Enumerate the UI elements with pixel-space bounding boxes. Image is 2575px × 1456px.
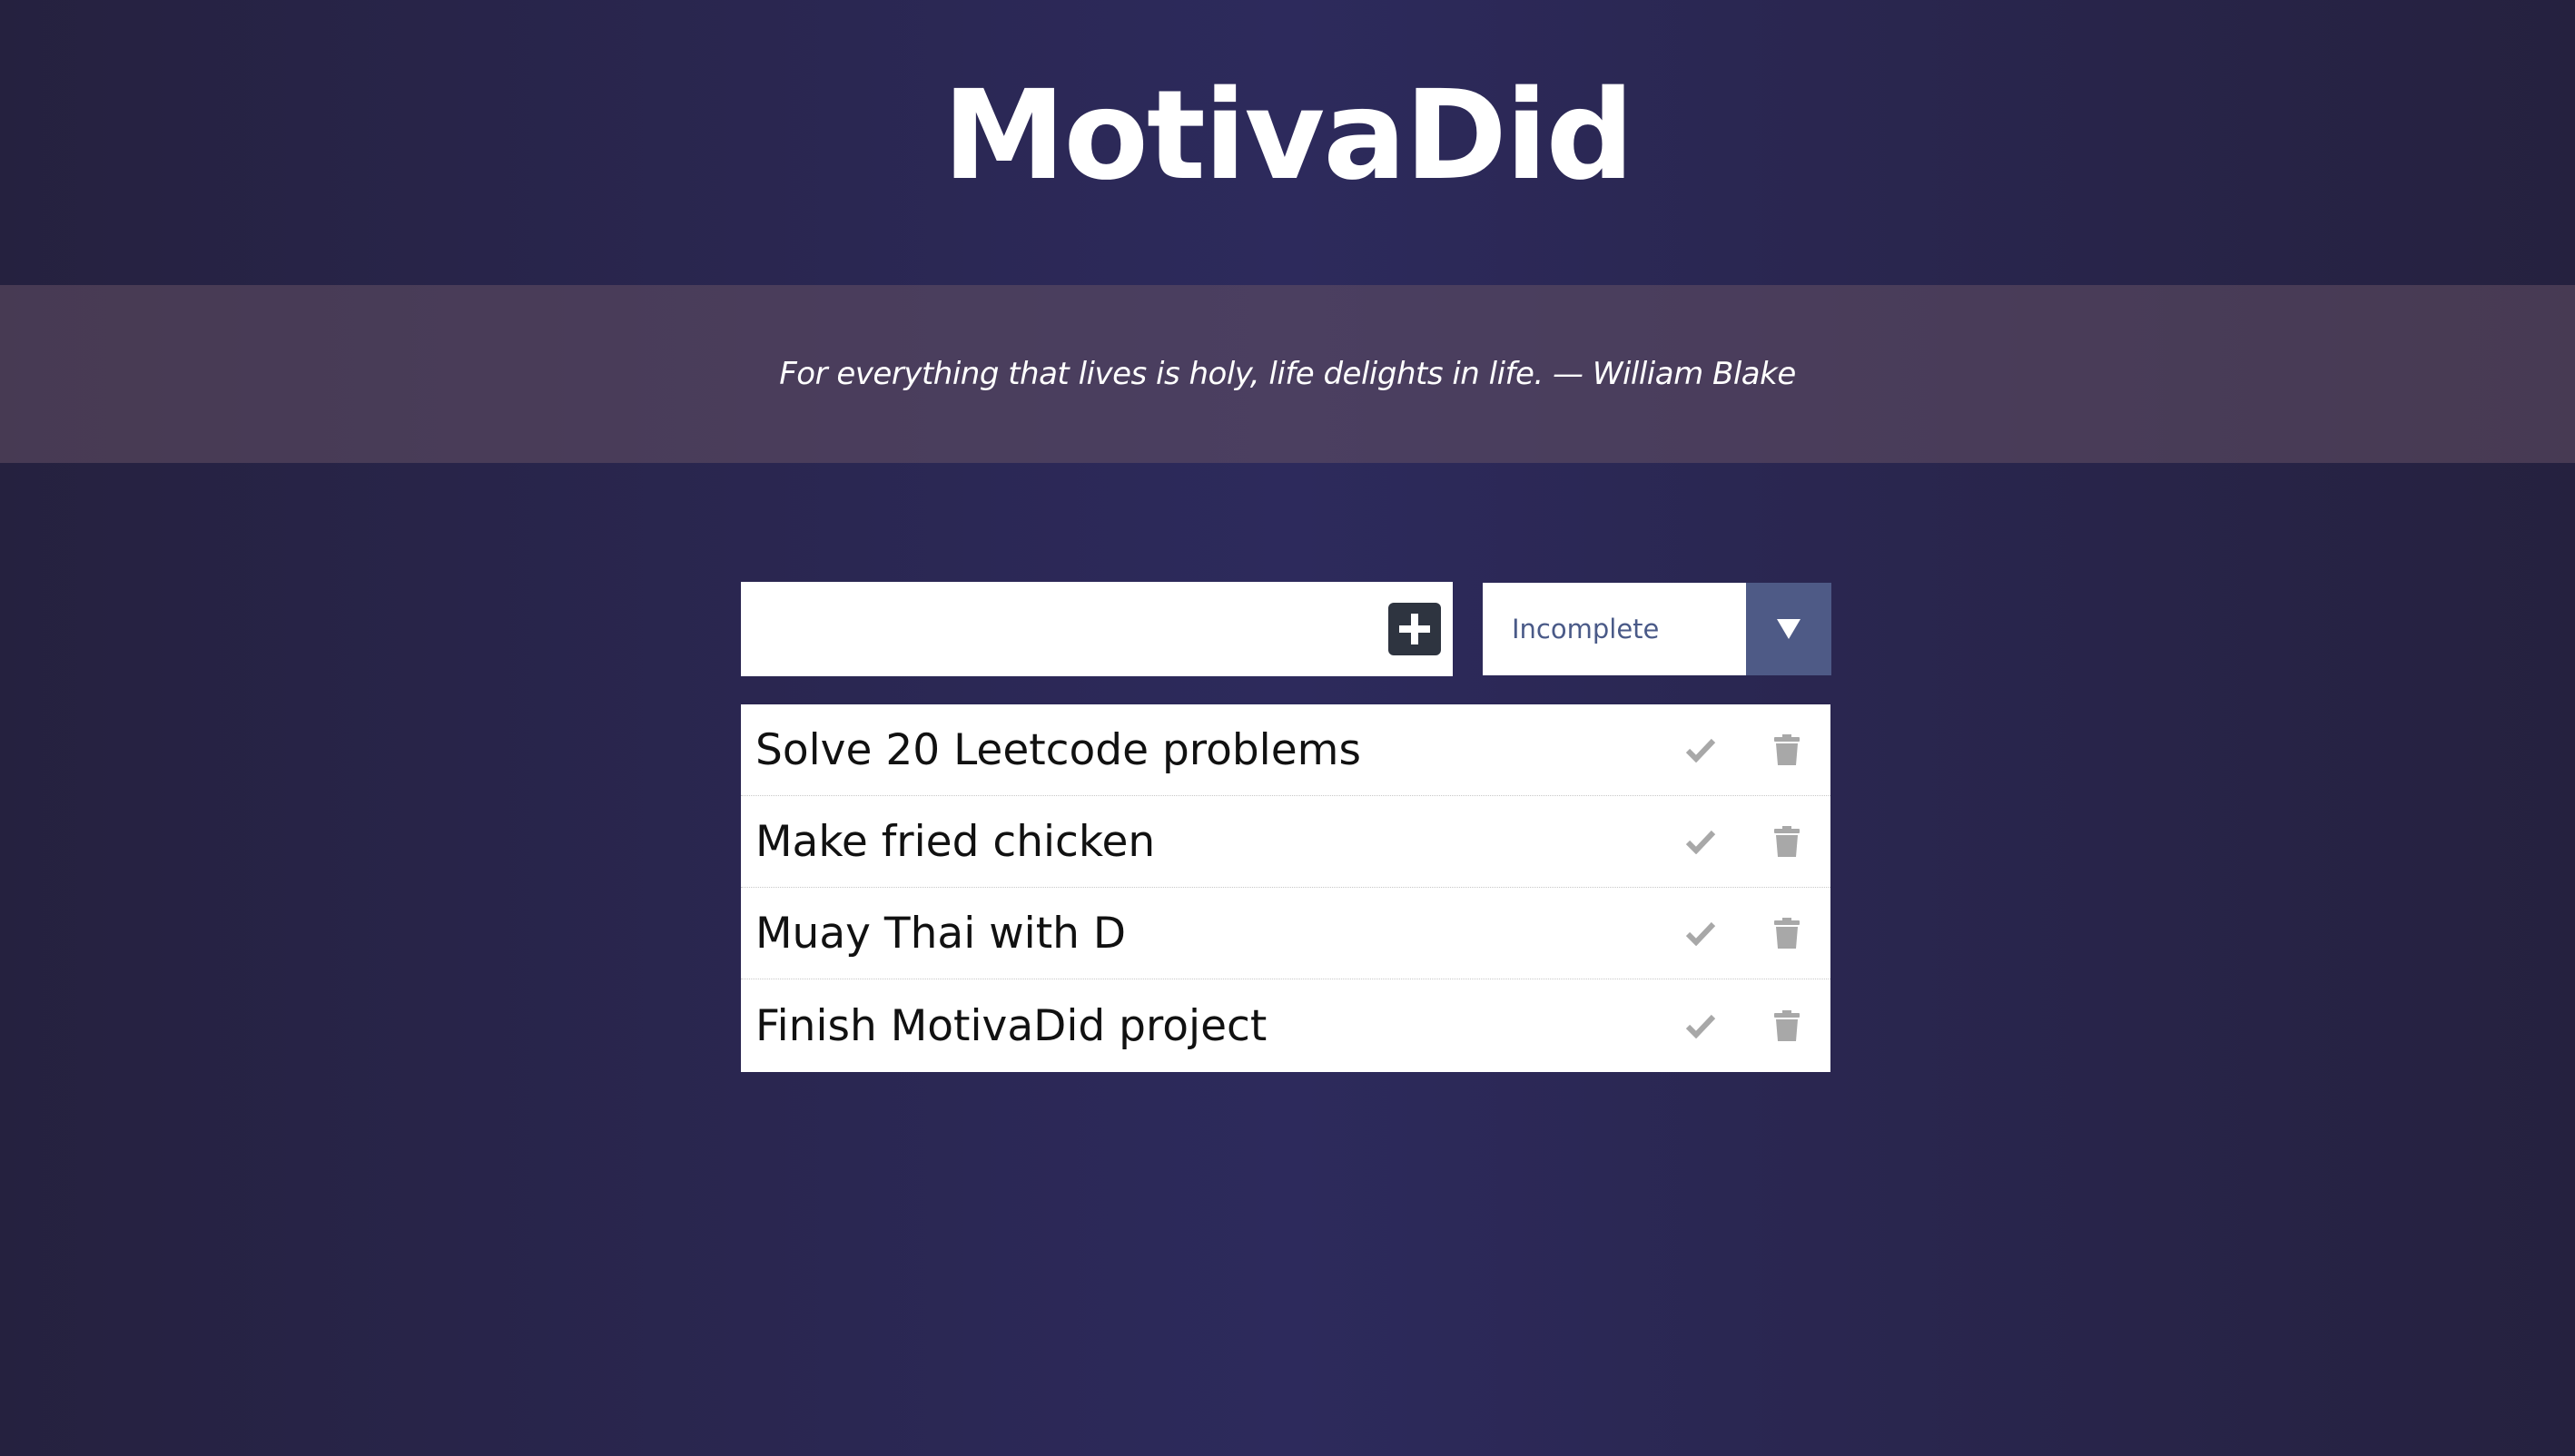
check-icon bbox=[1685, 1014, 1716, 1038]
delete-button[interactable] bbox=[1774, 826, 1800, 857]
todo-text: Solve 20 Leetcode problems bbox=[755, 724, 1361, 775]
filter-selected-value: Incomplete bbox=[1512, 614, 1660, 644]
delete-button[interactable] bbox=[1774, 1010, 1800, 1041]
todo-text: Make fried chicken bbox=[755, 816, 1156, 867]
trash-icon bbox=[1774, 1010, 1800, 1041]
check-icon bbox=[1685, 738, 1716, 762]
trash-icon bbox=[1774, 734, 1800, 765]
todo-text: Finish MotivaDid project bbox=[755, 1000, 1268, 1051]
quote-text: For everything that lives is holy, life … bbox=[779, 356, 1796, 392]
app-title: MotivaDid bbox=[942, 64, 1634, 208]
todo-form bbox=[741, 582, 1453, 676]
plus-icon bbox=[1399, 614, 1430, 644]
todo-item: Solve 20 Leetcode problems bbox=[741, 704, 1830, 796]
check-icon bbox=[1685, 921, 1716, 946]
triangle-down-icon bbox=[1777, 619, 1801, 639]
todo-text: Muay Thai with D bbox=[755, 908, 1127, 959]
add-todo-button[interactable] bbox=[1388, 603, 1441, 655]
trash-icon bbox=[1774, 918, 1800, 949]
complete-button[interactable] bbox=[1685, 920, 1716, 946]
todo-input[interactable] bbox=[741, 582, 1376, 676]
todo-item: Muay Thai with D bbox=[741, 888, 1830, 979]
delete-button[interactable] bbox=[1774, 918, 1800, 949]
todo-item: Make fried chicken bbox=[741, 796, 1830, 888]
todo-item: Finish MotivaDid project bbox=[741, 979, 1830, 1072]
check-icon bbox=[1685, 830, 1716, 854]
complete-button[interactable] bbox=[1685, 1013, 1716, 1038]
todo-list: Solve 20 Leetcode problems Make fried ch… bbox=[741, 704, 1830, 1072]
trash-icon bbox=[1774, 826, 1800, 857]
complete-button[interactable] bbox=[1685, 829, 1716, 854]
filter-select[interactable]: Incomplete bbox=[1483, 583, 1831, 675]
filter-dropdown-toggle[interactable] bbox=[1746, 583, 1831, 675]
delete-button[interactable] bbox=[1774, 734, 1800, 765]
complete-button[interactable] bbox=[1685, 737, 1716, 762]
quote-banner: For everything that lives is holy, life … bbox=[0, 285, 2575, 463]
